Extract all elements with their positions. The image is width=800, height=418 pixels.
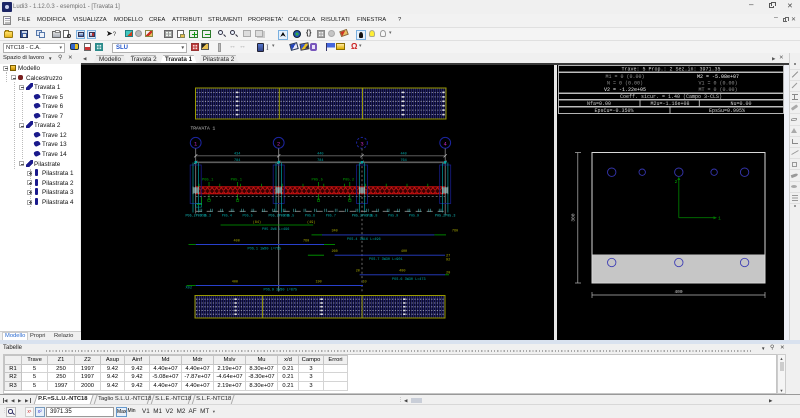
svg-text:M2u=-1.16e+08: M2u=-1.16e+08 xyxy=(650,101,689,107)
svg-text:P05.2P05.3: P05.2P05.3 xyxy=(269,214,289,218)
svg-text:POS.6 3W30 L=473: POS.6 3W30 L=473 xyxy=(392,277,426,281)
svg-text:10: 10 xyxy=(362,280,366,284)
svg-text:P05.4: P05.4 xyxy=(222,214,232,218)
svg-text:20: 20 xyxy=(446,271,450,275)
svg-text:P05 2W6 L=496: P05 2W6 L=496 xyxy=(262,228,289,232)
svg-text:440: 440 xyxy=(317,152,323,156)
svg-text:1: 1 xyxy=(194,140,198,147)
svg-text:POS.4 3W16 L=496: POS.4 3W16 L=496 xyxy=(347,237,381,241)
svg-text:P05.9: P05.9 xyxy=(388,214,398,218)
svg-text:(49): (49) xyxy=(307,220,315,225)
svg-text:440: 440 xyxy=(400,152,406,156)
svg-text:760: 760 xyxy=(303,239,309,243)
svg-text:P05.2P05.3: P05.2P05.3 xyxy=(352,214,372,218)
svg-text:Coeff. sicur. = 1.40 (Campo 3-: Coeff. sicur. = 1.40 (Campo 3-CLS) xyxy=(620,94,722,100)
svg-text:P05.2P05.3: P05.2P05.3 xyxy=(435,214,455,218)
svg-text:POS.7 3W30 L=901: POS.7 3W30 L=901 xyxy=(369,258,403,262)
svg-text:N = 0 (0.00): N = 0 (0.00) xyxy=(607,80,643,86)
svg-text:2: 2 xyxy=(277,140,280,147)
svg-text:EpsSu=0.995%: EpsSu=0.995% xyxy=(709,108,745,114)
svg-text:V2 = -1.22e+05: V2 = -1.22e+05 xyxy=(604,87,646,93)
svg-text:P05.5: P05.5 xyxy=(243,214,253,218)
svg-text:(84): (84) xyxy=(253,220,261,225)
svg-text:M2 = -5.08e+07: M2 = -5.08e+07 xyxy=(697,74,739,80)
svg-text:POS.1 1W20 L=765: POS.1 1W20 L=765 xyxy=(248,247,282,251)
svg-text:P05.6: P05.6 xyxy=(305,214,315,218)
svg-text:20: 20 xyxy=(356,269,360,273)
svg-text:Nfa=0.00: Nfa=0.00 xyxy=(587,101,611,107)
svg-text:P05.1: P05.1 xyxy=(231,178,243,182)
svg-text:764: 764 xyxy=(400,159,406,163)
svg-text:400: 400 xyxy=(232,280,238,284)
svg-text:400: 400 xyxy=(674,289,682,295)
svg-text:V1 = 0 (0.00): V1 = 0 (0.00) xyxy=(698,80,737,86)
svg-text:340: 340 xyxy=(331,229,337,233)
svg-text:1: 1 xyxy=(718,215,721,221)
svg-text:4: 4 xyxy=(444,140,448,147)
svg-text:P05.1: P05.1 xyxy=(202,178,214,182)
svg-text:POS.9 3W30 L=875: POS.9 3W30 L=875 xyxy=(264,288,298,292)
svg-text:400: 400 xyxy=(399,269,405,273)
svg-text:92: 92 xyxy=(446,258,450,262)
svg-text:260: 260 xyxy=(331,250,337,254)
svg-text:Trave: 5 Prop.: 2 Sez.in: 39: Trave: 5 Prop.: 2 Sez.in: 3971.35 xyxy=(621,66,720,72)
svg-text:2: 2 xyxy=(675,179,678,185)
svg-text:TRAVATA 1: TRAVATA 1 xyxy=(191,125,216,131)
svg-text:434: 434 xyxy=(234,152,240,156)
svg-text:3: 3 xyxy=(360,140,363,147)
svg-text:400: 400 xyxy=(234,239,240,243)
svg-text:Nu=0.00: Nu=0.00 xyxy=(730,101,751,107)
svg-text:MT = 0 (0.00): MT = 0 (0.00) xyxy=(698,87,737,93)
svg-text:P05.5: P05.5 xyxy=(312,178,324,182)
svg-text:P05.7: P05.7 xyxy=(326,214,336,218)
svg-text:P05.2: P05.2 xyxy=(343,178,355,182)
svg-text:784: 784 xyxy=(317,159,323,163)
svg-text:400: 400 xyxy=(401,250,407,254)
svg-text:X02: X02 xyxy=(186,286,192,290)
svg-text:300: 300 xyxy=(571,213,577,221)
svg-text:P05.2P05.3: P05.2P05.3 xyxy=(186,214,206,218)
svg-text:M1 = 0 (0.00): M1 = 0 (0.00) xyxy=(605,74,644,80)
svg-text:784: 784 xyxy=(234,159,240,163)
svg-text:190: 190 xyxy=(315,280,321,284)
svg-text:EpsCu=-0.350%: EpsCu=-0.350% xyxy=(594,108,633,114)
svg-text:P05.9: P05.9 xyxy=(409,214,419,218)
svg-text:760: 760 xyxy=(452,229,458,233)
